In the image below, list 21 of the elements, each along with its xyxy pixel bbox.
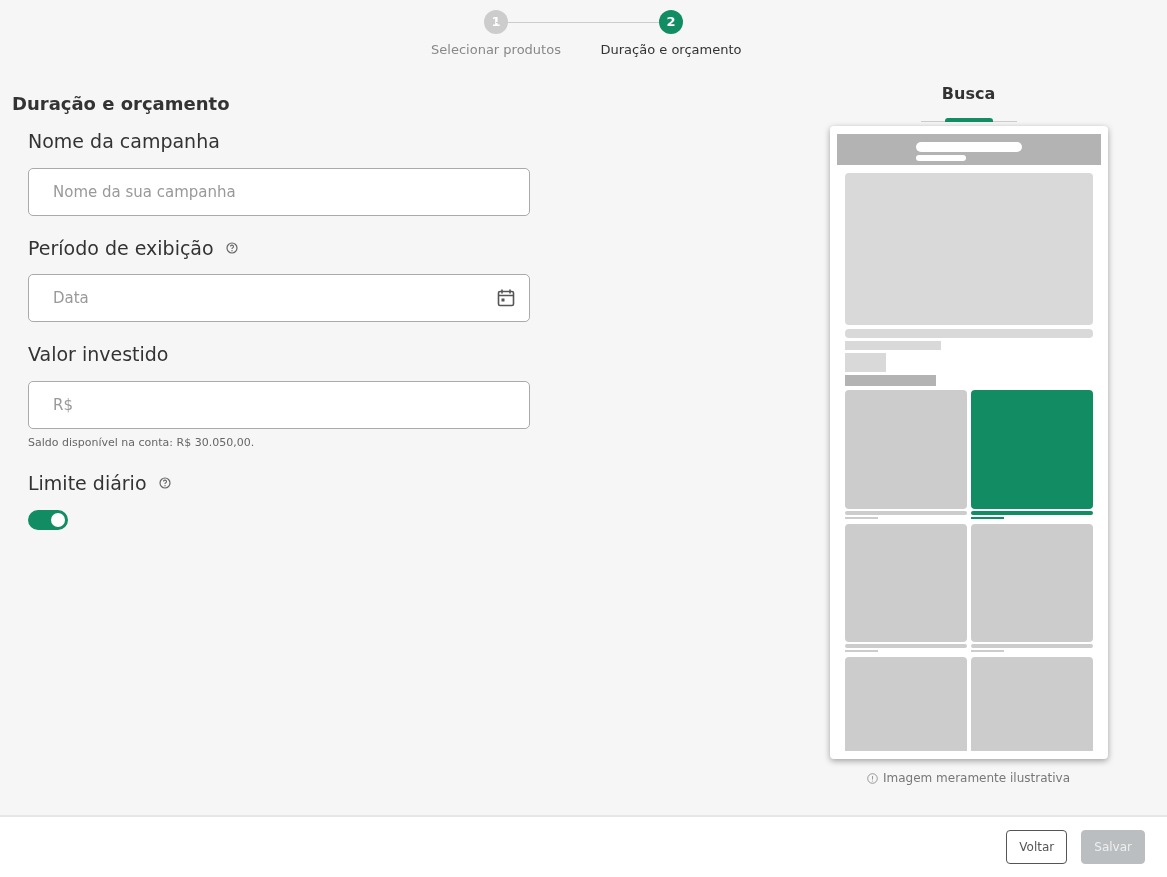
field-label: Valor investido [28, 342, 169, 367]
section-title: Duração e orçamento [12, 92, 231, 116]
help-icon[interactable] [225, 241, 238, 254]
footer-button[interactable]: Voltar [1006, 830, 1068, 864]
field-label: Limite diário [28, 471, 147, 496]
toggle-switch[interactable] [28, 509, 68, 530]
date-field[interactable]: Data [28, 274, 530, 322]
field-label: Nome da campanha [28, 129, 220, 154]
step-number: 2 [659, 10, 683, 34]
step-label: Selecionar produtos [431, 41, 561, 59]
disclaimer-text: Imagem meramente ilustrativa [882, 770, 1070, 787]
field-label: Período de exibição [28, 235, 214, 261]
input-field[interactable]: Nome da sua campanha [28, 167, 530, 216]
preview-tab[interactable]: Busca [917, 72, 1020, 118]
help-icon[interactable] [158, 477, 171, 490]
input-field[interactable]: R$ [28, 380, 530, 429]
step-label: Duração e orçamento [600, 41, 742, 59]
info-icon [866, 772, 878, 784]
tab-indicator [944, 118, 993, 122]
balance-hint: Saldo disponível na conta: R$ 30.050,00. [28, 434, 256, 451]
calendar-icon[interactable] [496, 288, 516, 308]
